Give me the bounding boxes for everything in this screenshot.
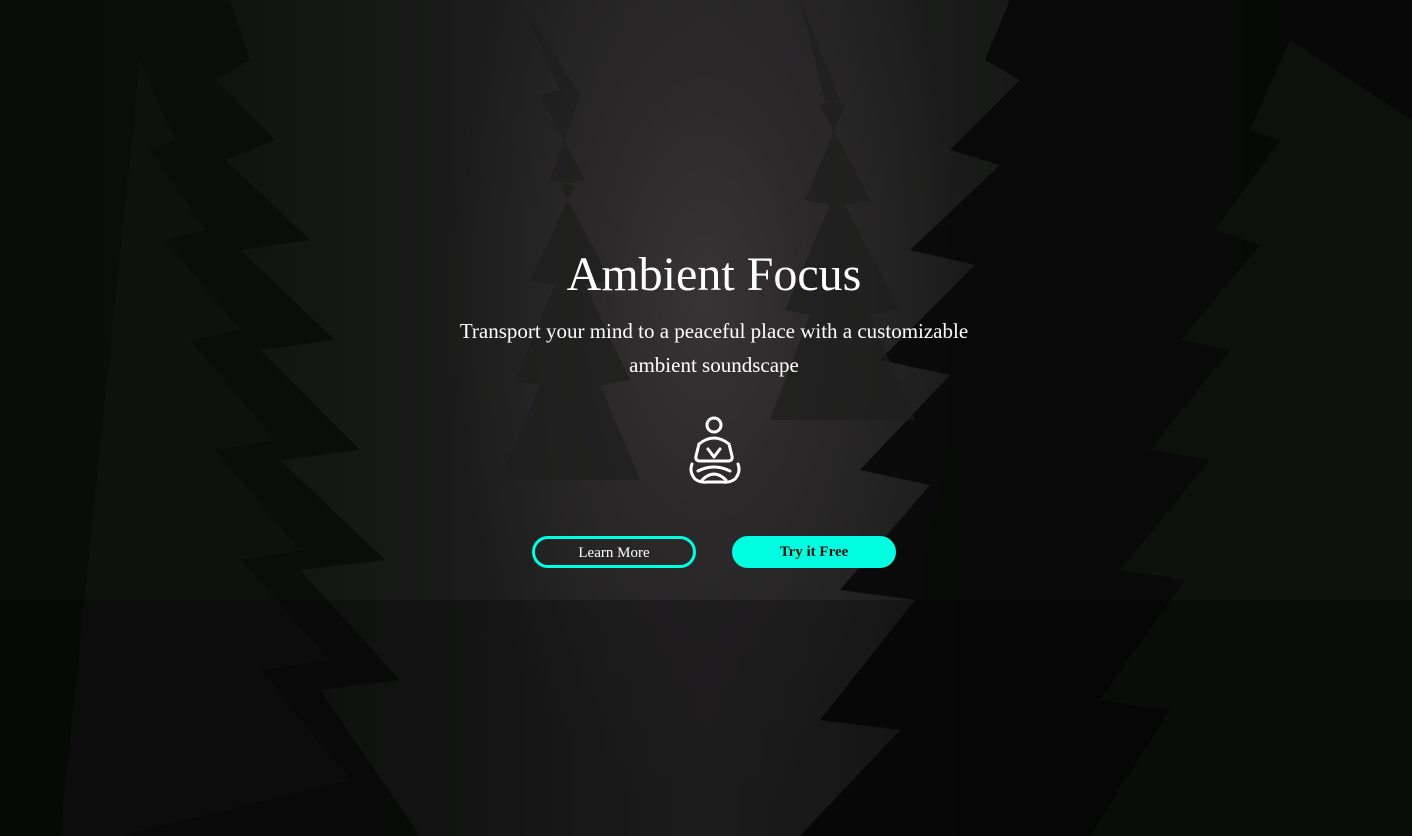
learn-more-button[interactable]: Learn More xyxy=(532,536,696,568)
page-title: Ambient Focus xyxy=(566,248,862,301)
hero-section: Ambient Focus Transport your mind to a p… xyxy=(0,0,1412,836)
hero-subtitle: Transport your mind to a peaceful place … xyxy=(459,319,969,377)
meditation-icon xyxy=(686,416,744,486)
hero-content: Ambient Focus Transport your mind to a p… xyxy=(0,0,1412,836)
try-free-button[interactable]: Try it Free xyxy=(732,536,896,568)
